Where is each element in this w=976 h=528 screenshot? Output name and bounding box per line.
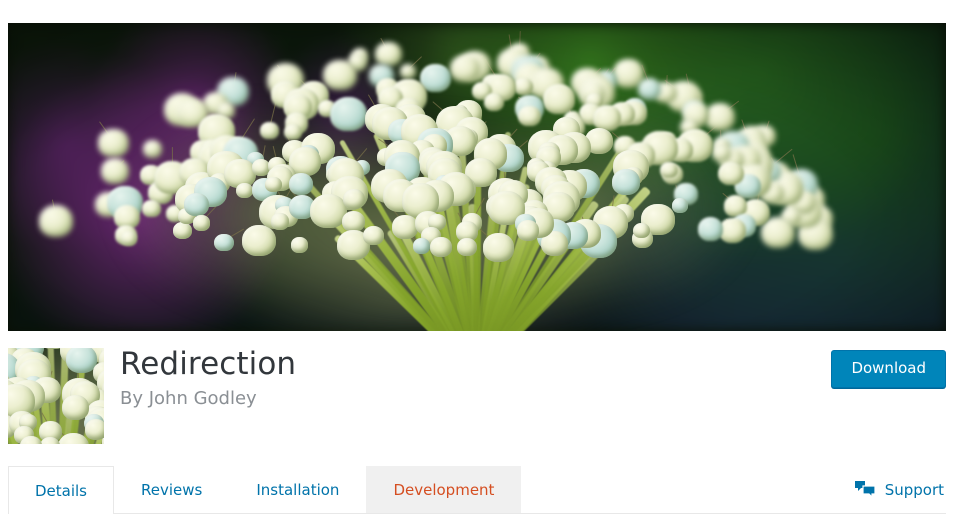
- flower-buds: [8, 23, 946, 331]
- plugin-author: By John Godley: [120, 388, 257, 410]
- banner-artwork: [8, 23, 946, 331]
- plugin-tab-bar: Details Reviews Installation Development Su…: [8, 466, 946, 514]
- page-title: Redirection: [120, 346, 297, 382]
- tab-item: Details: [8, 466, 115, 514]
- tab-item: Reviews: [114, 466, 229, 513]
- download-button[interactable]: Download: [831, 350, 946, 388]
- tab-details[interactable]: Details: [8, 466, 115, 514]
- plugin-header: Redirection By John Godley Download: [8, 346, 946, 448]
- tab-reviews[interactable]: Reviews: [114, 466, 229, 513]
- support-label: Support: [884, 480, 944, 499]
- icon-flower-buds: [8, 348, 104, 444]
- support-bubbles-icon: [854, 480, 876, 498]
- tab-list: Details Reviews Installation Development: [8, 466, 946, 514]
- plugin-banner: [8, 23, 946, 331]
- plugin-header-text: Redirection By John Godley: [120, 344, 296, 411]
- tab-installation[interactable]: Installation: [229, 466, 366, 513]
- support-link[interactable]: Support: [852, 466, 946, 513]
- plugin-icon-artwork: [8, 348, 104, 444]
- tab-item: Development: [366, 466, 522, 513]
- tab-item: Installation: [229, 466, 366, 513]
- plugin-icon: [8, 348, 104, 444]
- tab-development[interactable]: Development: [366, 466, 522, 513]
